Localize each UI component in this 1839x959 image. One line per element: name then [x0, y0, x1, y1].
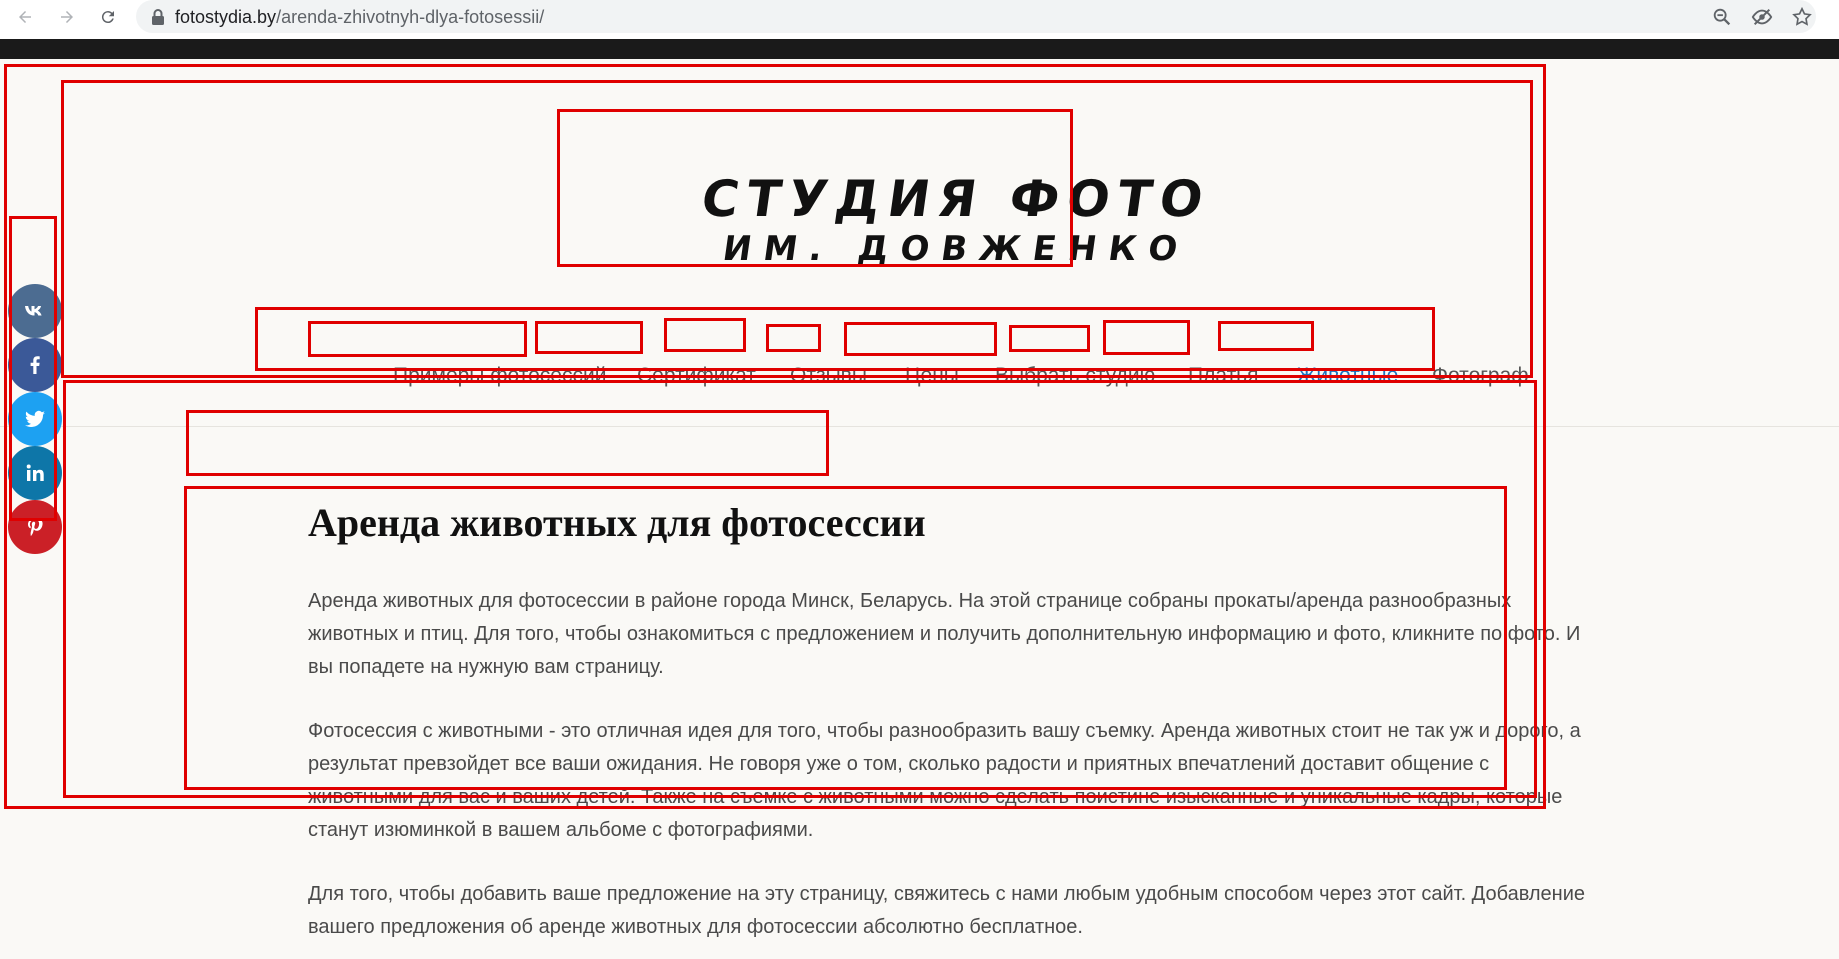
forward-button[interactable]: [54, 4, 80, 30]
url-text[interactable]: fotostydia.by/arenda-zhivotnyh-dlya-foto…: [175, 7, 544, 28]
annotation-social-box: [9, 216, 57, 521]
back-button[interactable]: [12, 4, 38, 30]
annotation-nav-certificate: [535, 321, 643, 354]
lock-icon: [152, 9, 164, 25]
arrow-right-icon: [61, 11, 73, 23]
annotation-nav-reviews: [664, 318, 746, 352]
annotation-nav-studio: [844, 322, 997, 356]
annotation-nav-dresses: [1009, 325, 1090, 352]
annotation-nav-examples: [308, 321, 527, 357]
paragraph-add-offer: Для того, чтобы добавить ваше предложени…: [308, 883, 1585, 938]
reload-button[interactable]: [95, 4, 121, 30]
url-path: /arenda-zhivotnyh-dlya-fotosessii/: [276, 7, 545, 27]
zoom-icon[interactable]: [1711, 6, 1733, 28]
reload-icon: [101, 11, 114, 24]
bookmark-star-icon[interactable]: [1791, 6, 1813, 28]
browser-dark-bar: [0, 39, 1839, 59]
annotation-logo-box: [557, 109, 1073, 267]
annotation-title-box: [186, 410, 829, 476]
annotation-nav-prices: [766, 324, 821, 352]
arrow-left-icon: [19, 11, 31, 23]
tracking-blocked-icon[interactable]: [1751, 6, 1773, 28]
annotation-nav-photographer: [1218, 321, 1314, 351]
annotation-text-box: [184, 486, 1507, 790]
annotation-nav-animals: [1103, 320, 1190, 355]
url-domain: fotostydia.by: [175, 7, 277, 27]
browser-toolbar: fotostydia.by/arenda-zhivotnyh-dlya-foto…: [0, 0, 1839, 34]
